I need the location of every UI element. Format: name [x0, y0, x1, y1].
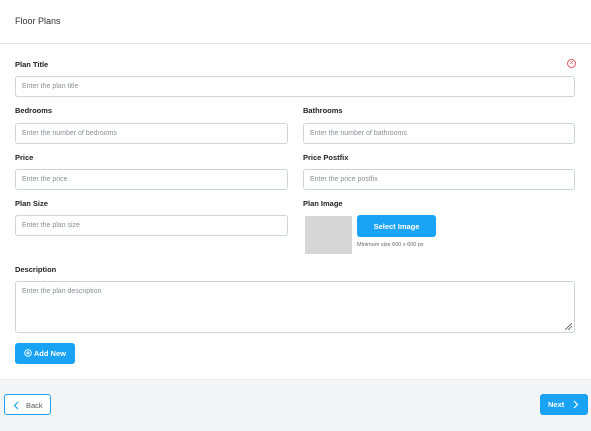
back-label: Back: [26, 401, 43, 410]
plus-circle-icon: [24, 349, 32, 357]
select-image-button[interactable]: Select Image: [357, 215, 436, 237]
resize-grip-icon[interactable]: [565, 323, 572, 330]
chevron-left-icon: [13, 401, 19, 410]
price-input[interactable]: Enter the price: [15, 169, 288, 190]
plan-image-preview: [305, 216, 352, 254]
bathrooms-input[interactable]: Enter the number of bathrooms: [303, 123, 575, 144]
bathrooms-label: Bathrooms: [303, 106, 343, 115]
description-textarea[interactable]: Enter the plan description: [15, 281, 575, 333]
price-postfix-label: Price Postfix: [303, 153, 349, 162]
add-new-label: Add New: [33, 349, 66, 358]
back-button[interactable]: Back: [4, 394, 51, 415]
plan-title-label: Plan Title: [15, 60, 49, 69]
description-label: Description: [15, 265, 57, 274]
bedrooms-label: Bedrooms: [15, 106, 53, 115]
close-circle-icon[interactable]: ×: [567, 59, 576, 68]
next-label: Next: [548, 400, 565, 409]
add-new-button[interactable]: Add New: [15, 343, 75, 364]
plan-size-input[interactable]: Enter the plan size: [15, 215, 288, 236]
plan-image-hint: Minimum size 600 x 600 px: [357, 242, 424, 248]
description-placeholder: Enter the plan description: [22, 288, 102, 295]
bedrooms-input[interactable]: Enter the number of bedrooms: [15, 123, 288, 144]
chevron-right-icon: [573, 400, 579, 409]
plan-title-input[interactable]: Enter the plan title: [15, 76, 575, 97]
card-header: Floor Plans: [0, 0, 591, 44]
next-button[interactable]: Next: [540, 394, 588, 415]
page-title: Floor Plans: [15, 16, 61, 26]
plan-image-label: Plan Image: [303, 199, 343, 208]
floor-plans-card: Floor Plans Plan Title × Enter the plan …: [0, 0, 591, 380]
price-label: Price: [15, 153, 34, 162]
plan-size-label: Plan Size: [15, 199, 48, 208]
price-postfix-input[interactable]: Enter the price postfix: [303, 169, 575, 190]
